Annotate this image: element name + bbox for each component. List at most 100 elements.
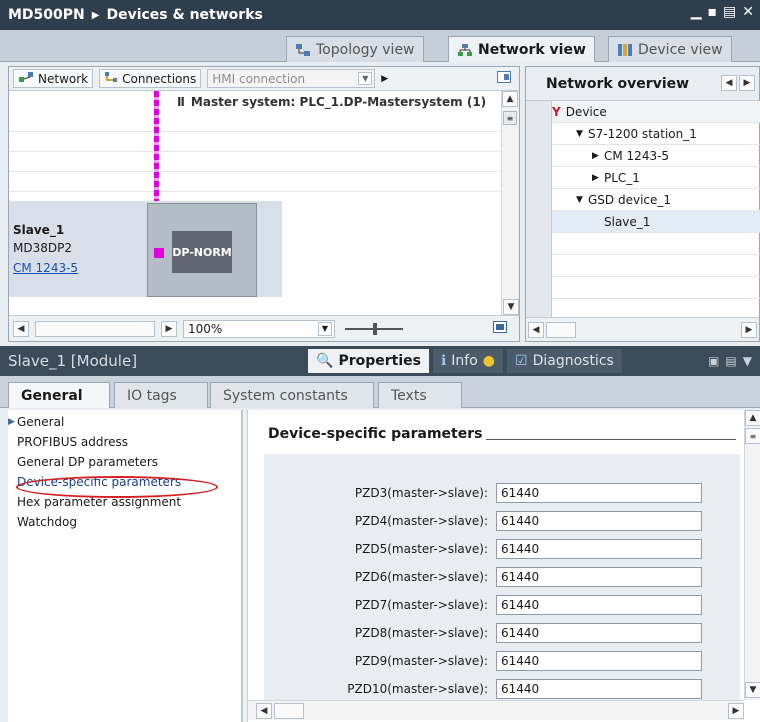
master-system-label[interactable]: Ⅱ Master system: PLC_1.DP-Mastersystem (… bbox=[177, 95, 486, 109]
scroll-grip-icon[interactable]: ≡ bbox=[503, 111, 517, 125]
zoom-slider[interactable] bbox=[345, 322, 403, 335]
nav-item-profibus-address[interactable]: PROFIBUS address bbox=[8, 432, 241, 452]
expand-closed-icon[interactable]: ▶ bbox=[592, 173, 604, 183]
collapse-icon[interactable]: ▼ bbox=[743, 354, 752, 368]
property-nav: ▶ General PROFIBUS address General DP par… bbox=[8, 410, 242, 722]
tab-topology-view[interactable]: Topology view bbox=[286, 36, 424, 62]
next-icon[interactable]: ▶ bbox=[739, 75, 755, 91]
connection-type-select[interactable]: HMI connection ▼ bbox=[207, 69, 376, 88]
scroll-thumb[interactable] bbox=[274, 702, 304, 719]
content-horizontal-scrollbar[interactable]: ◀ ▶ bbox=[248, 700, 744, 720]
param-row: PZD3(master->slave): 61440 bbox=[264, 482, 740, 504]
info-icon: ℹ bbox=[440, 353, 447, 369]
content-vertical-scrollbar[interactable]: ▲ ≡ ▼ bbox=[744, 410, 760, 700]
tree-row[interactable]: ▶ PLC_1 bbox=[552, 167, 760, 189]
zoom-select[interactable]: 100% ▼ bbox=[183, 319, 335, 338]
scroll-left-icon[interactable]: ◀ bbox=[13, 320, 29, 337]
expand-closed-icon[interactable]: ▶ bbox=[592, 151, 604, 161]
horizontal-scrollbar[interactable] bbox=[35, 320, 155, 337]
param-input[interactable]: 61440 bbox=[496, 623, 702, 643]
tab-general[interactable]: General bbox=[8, 382, 110, 408]
tree-row-label: PLC_1 bbox=[604, 170, 640, 185]
network-button[interactable]: Network bbox=[13, 69, 94, 88]
network-canvas[interactable]: Ⅱ Master system: PLC_1.DP-Mastersystem (… bbox=[9, 91, 501, 315]
overview-tree: Y Device ▼ S7-1200 station_1 ▶ CM 1243-5 ▶… bbox=[552, 101, 760, 299]
scroll-down-icon[interactable]: ▼ bbox=[503, 299, 519, 315]
tree-row-empty bbox=[552, 255, 760, 277]
zoom-slider-handle[interactable] bbox=[373, 322, 377, 335]
overview-nav: ◀ ▶ bbox=[721, 75, 755, 91]
canvas-vertical-scrollbar[interactable]: ▲ ≡ ▼ bbox=[501, 91, 519, 315]
tab-network-view[interactable]: Network view bbox=[448, 36, 595, 62]
param-row: PZD10(master->slave): 61440 bbox=[264, 678, 740, 700]
maximize-icon[interactable]: ▤ bbox=[723, 4, 736, 20]
module-label: DP-NORM bbox=[172, 231, 232, 273]
inspector-controls: ▣ ▤ ▼ bbox=[708, 354, 752, 368]
scroll-grip-icon[interactable]: ≡ bbox=[745, 428, 760, 444]
tab-device-view[interactable]: Device view bbox=[608, 36, 732, 62]
scroll-right-icon[interactable]: ▶ bbox=[728, 702, 744, 719]
param-row: PZD4(master->slave): 61440 bbox=[264, 510, 740, 532]
scroll-right-icon[interactable]: ▶ bbox=[161, 320, 177, 337]
slave-module[interactable]: DP-NORM bbox=[147, 203, 257, 297]
nav-item-general-dp-parameters[interactable]: General DP parameters bbox=[8, 452, 241, 472]
chevron-down-icon[interactable]: ▼ bbox=[358, 72, 373, 85]
scroll-down-icon[interactable]: ▼ bbox=[745, 682, 760, 698]
prev-icon[interactable]: ◀ bbox=[721, 75, 737, 91]
param-label: PZD9(master->slave): bbox=[354, 654, 488, 668]
close-icon[interactable]: ✕ bbox=[742, 4, 754, 20]
expand-open-icon[interactable]: ▼ bbox=[576, 129, 588, 139]
connections-button[interactable]: Connections bbox=[99, 69, 202, 88]
expand-open-icon[interactable]: ▼ bbox=[576, 195, 588, 205]
overview-column-header[interactable]: Y Device bbox=[552, 101, 760, 123]
param-input[interactable]: 61440 bbox=[496, 651, 702, 671]
tree-row-label: Slave_1 bbox=[604, 214, 651, 229]
slave-device-box[interactable]: Slave_1 MD38DP2 CM 1243-5 DP-NORM bbox=[9, 201, 282, 297]
dp-interface-port[interactable] bbox=[154, 248, 164, 258]
layout-icon[interactable]: ▤ bbox=[725, 354, 736, 368]
network-overview-header: Network overview ◀ ▶ bbox=[526, 67, 759, 101]
tab-label: Device view bbox=[638, 41, 723, 58]
chevron-down-icon[interactable]: ▼ bbox=[318, 321, 332, 336]
param-input[interactable]: 61440 bbox=[496, 567, 702, 587]
tree-row-selected[interactable]: Slave_1 bbox=[552, 211, 760, 233]
float-window-icon[interactable]: ▪ bbox=[708, 4, 718, 20]
scroll-up-icon[interactable]: ▲ bbox=[745, 410, 760, 426]
scroll-left-icon[interactable]: ◀ bbox=[528, 321, 544, 338]
nav-item-watchdog[interactable]: Watchdog bbox=[8, 512, 241, 532]
device-icon bbox=[617, 43, 633, 57]
tree-row[interactable]: ▼ S7-1200 station_1 bbox=[552, 123, 760, 145]
param-input[interactable]: 61440 bbox=[496, 595, 702, 615]
chevron-right-icon[interactable]: ▶ bbox=[381, 74, 388, 84]
network-tool-icon bbox=[18, 71, 34, 86]
tab-info[interactable]: ℹ Info ● bbox=[432, 349, 504, 373]
scroll-right-icon[interactable]: ▶ bbox=[741, 321, 757, 338]
network-button-label: Network bbox=[38, 71, 89, 86]
tree-row[interactable]: ▼ GSD device_1 bbox=[552, 189, 760, 211]
param-input[interactable]: 61440 bbox=[496, 483, 702, 503]
tab-system-constants[interactable]: System constants bbox=[210, 382, 374, 408]
param-input[interactable]: 61440 bbox=[496, 539, 702, 559]
tree-row-empty bbox=[552, 277, 760, 299]
tab-texts[interactable]: Texts bbox=[378, 382, 462, 408]
float-panel-icon[interactable]: ▣ bbox=[708, 354, 719, 368]
tab-diagnostics[interactable]: ☑ Diagnostics bbox=[507, 349, 622, 373]
nav-item-general[interactable]: ▶ General bbox=[8, 412, 241, 432]
scroll-thumb[interactable] bbox=[546, 321, 576, 338]
param-input[interactable]: 61440 bbox=[496, 511, 702, 531]
master-system-text: Master system: PLC_1.DP-Mastersystem (1) bbox=[190, 95, 487, 109]
scroll-left-icon[interactable]: ◀ bbox=[256, 702, 272, 719]
section-name: Devices & networks bbox=[106, 7, 263, 23]
tab-properties[interactable]: 🔍 Properties bbox=[308, 349, 429, 373]
tree-row[interactable]: ▶ CM 1243-5 bbox=[552, 145, 760, 167]
minimize-icon[interactable]: ▁ bbox=[691, 4, 702, 20]
tab-io-tags[interactable]: IO tags bbox=[114, 382, 208, 408]
slave-info: Slave_1 MD38DP2 CM 1243-5 bbox=[9, 201, 147, 297]
master-link[interactable]: CM 1243-5 bbox=[13, 261, 78, 275]
fit-view-icon[interactable] bbox=[493, 321, 507, 336]
param-label: PZD6(master->slave): bbox=[354, 570, 488, 584]
scroll-up-icon[interactable]: ▲ bbox=[502, 91, 518, 107]
overview-scrollbar[interactable]: ◀ ▶ bbox=[526, 317, 759, 341]
overview-toggle-icon[interactable] bbox=[497, 71, 511, 86]
param-input[interactable]: 61440 bbox=[496, 679, 702, 699]
